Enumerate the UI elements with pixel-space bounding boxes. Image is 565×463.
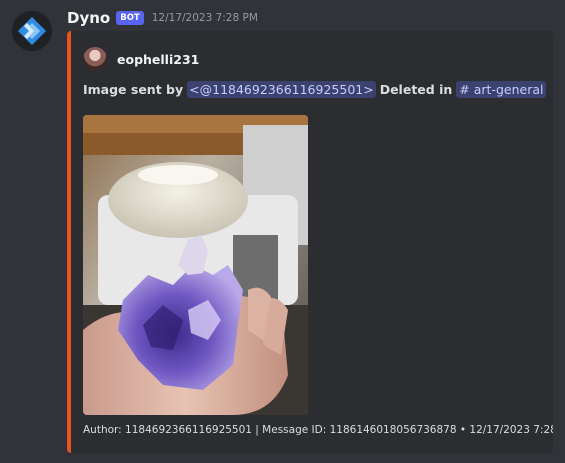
chat-message: Dyno BOT 12/17/2023 7:28 PM eophelli231 … — [0, 0, 565, 463]
dyno-logo-icon — [12, 11, 52, 51]
message-header: Dyno BOT 12/17/2023 7:28 PM — [67, 8, 258, 28]
channel-hash-icon: # — [459, 81, 470, 97]
desc-middle: Deleted in — [379, 81, 453, 97]
channel-mention[interactable]: # art-general — [456, 80, 547, 98]
embed-author-name: eophelli231 — [117, 51, 200, 67]
embed-accent-bar — [67, 31, 71, 453]
desc-prefix: Image sent by — [83, 81, 184, 97]
channel-name: art-general — [473, 81, 544, 97]
username[interactable]: Dyno — [67, 9, 110, 27]
message-timestamp[interactable]: 12/17/2023 7:28 PM — [152, 12, 258, 24]
user-mention[interactable]: <@1184692366116925501> — [187, 80, 376, 98]
author-avatar[interactable] — [83, 47, 107, 71]
embed-author: eophelli231 — [83, 47, 199, 71]
embed-footer: Author: 1184692366116925501 | Message ID… — [83, 424, 553, 436]
embed-description: Image sent by <@1184692366116925501> Del… — [83, 79, 547, 99]
bot-avatar[interactable] — [12, 11, 52, 51]
embed-image[interactable] — [83, 115, 308, 415]
crystal-photo — [83, 115, 308, 415]
bot-tag: BOT — [116, 11, 144, 25]
embed: eophelli231 Image sent by <@118469236611… — [67, 31, 553, 453]
